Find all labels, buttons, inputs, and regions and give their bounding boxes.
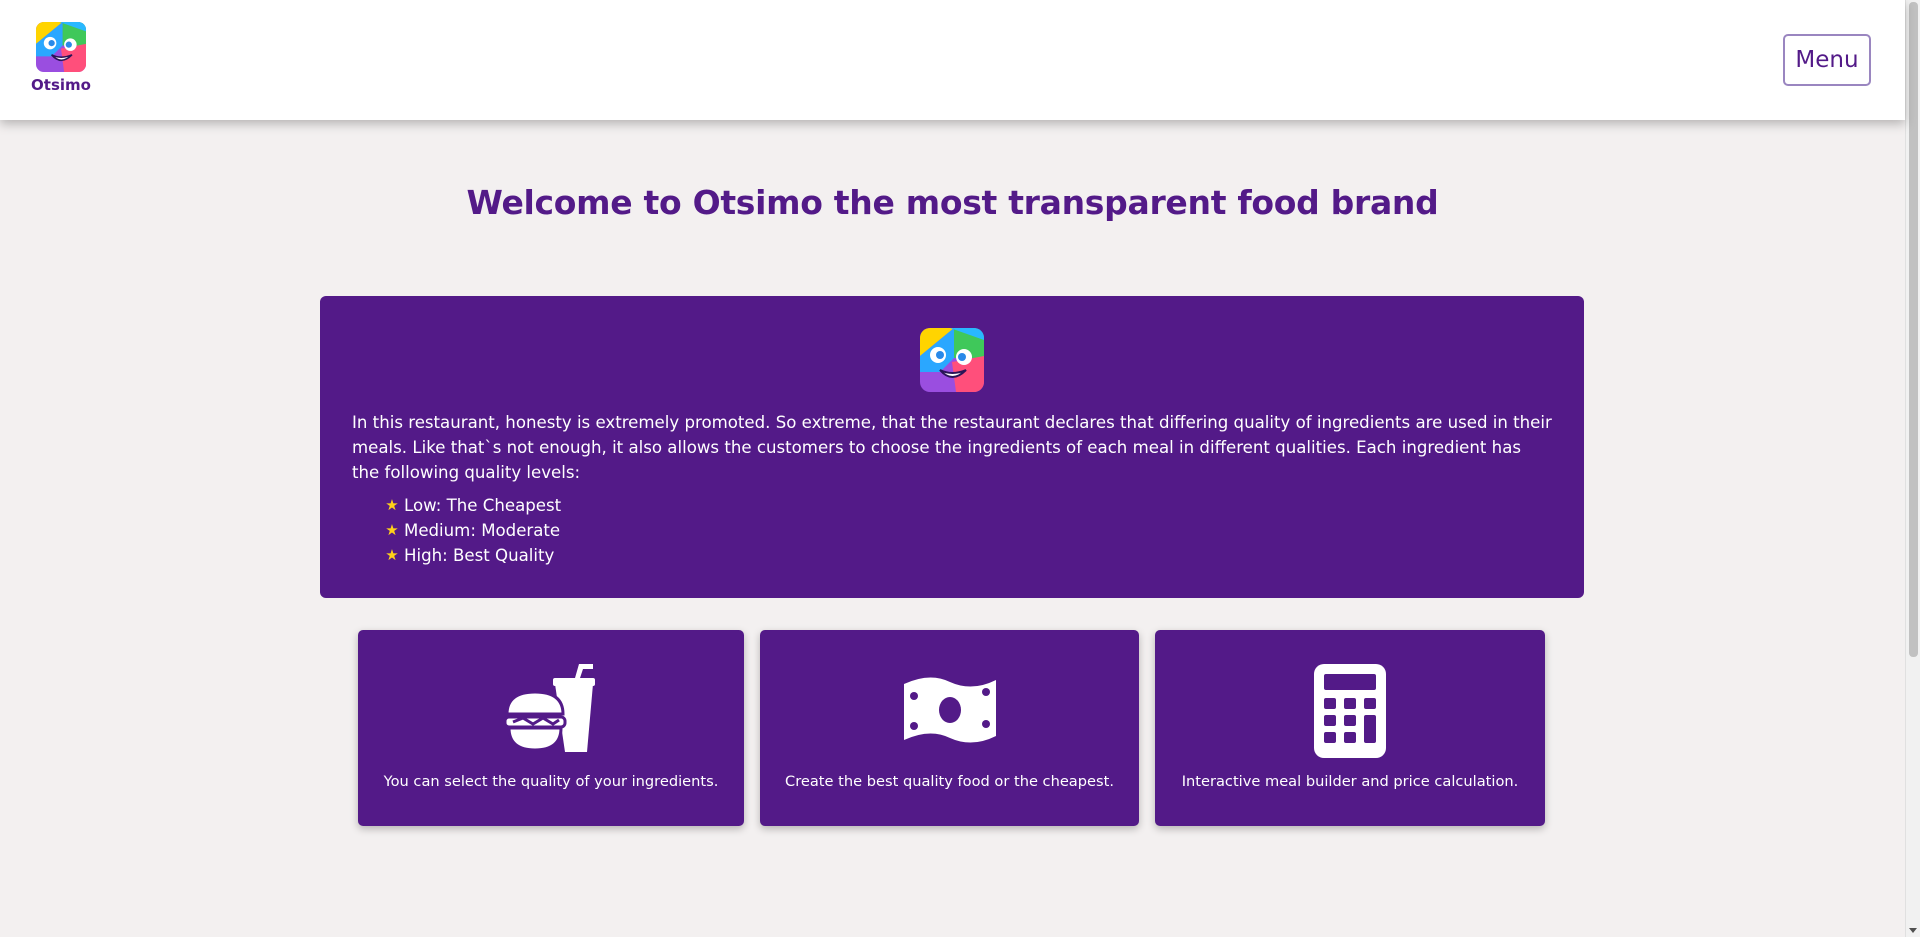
brand-logo-link[interactable]: Otsimo: [31, 22, 91, 94]
feature-card-quality: Create the best quality food or the chea…: [760, 630, 1139, 826]
star-icon: ★: [385, 521, 399, 539]
burger-soda-icon: [505, 664, 595, 752]
otsimo-logo-icon: [36, 22, 86, 72]
intro-panel: In this restaurant, honesty is extremely…: [320, 296, 1584, 598]
feature-card-calculator: Interactive meal builder and price calcu…: [1155, 630, 1545, 826]
menu-button[interactable]: Menu: [1783, 34, 1871, 86]
feature-text: Create the best quality food or the chea…: [785, 773, 1114, 790]
calculator-icon: [1314, 664, 1386, 758]
star-icon: ★: [385, 546, 399, 564]
quality-level-medium: Medium: Moderate: [404, 521, 561, 540]
brand-name: Otsimo: [31, 76, 91, 94]
money-bill-icon: [903, 677, 996, 743]
list-item: ★ Low: The Cheapest: [385, 493, 1552, 518]
quality-levels-list: ★ Low: The Cheapest ★ Medium: Moderate ★…: [352, 493, 1552, 568]
list-item: ★ High: Best Quality: [385, 543, 1552, 568]
scroll-down-arrow-icon[interactable]: [1909, 928, 1917, 933]
list-item: ★ Medium: Moderate: [385, 518, 1552, 543]
intro-description: In this restaurant, honesty is extremely…: [352, 413, 1552, 482]
page: Otsimo Menu Welcome to Otsimo the most t…: [0, 0, 1920, 937]
page-scrollbar[interactable]: [1905, 0, 1920, 937]
otsimo-logo-icon: [920, 328, 984, 392]
site-header: Otsimo Menu: [0, 0, 1905, 120]
feature-text: You can select the quality of your ingre…: [383, 773, 719, 790]
page-title: Welcome to Otsimo the most transparent f…: [466, 183, 1439, 222]
scrollbar-thumb[interactable]: [1909, 2, 1918, 657]
quality-level-high: High: Best Quality: [404, 546, 555, 565]
feature-card-ingredients: You can select the quality of your ingre…: [358, 630, 744, 826]
feature-text: Interactive meal builder and price calcu…: [1181, 773, 1519, 790]
star-icon: ★: [385, 496, 399, 514]
quality-level-low: Low: The Cheapest: [404, 496, 562, 515]
